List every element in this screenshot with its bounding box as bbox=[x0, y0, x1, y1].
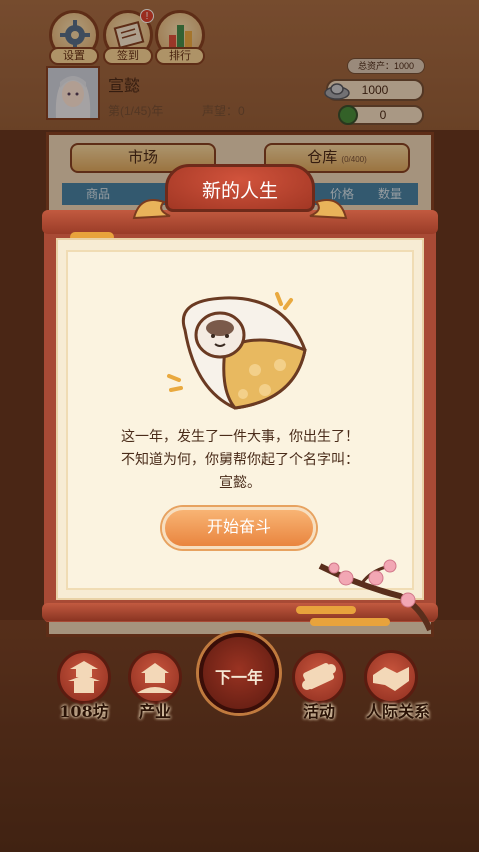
nav-relations-label: 人际关系 bbox=[365, 702, 430, 721]
start-button-label: 开始奋斗 bbox=[206, 519, 271, 536]
story-text: 这一年，发生了一件大事，你出生了！ 不知道为何，你舅帮你起了个名字叫： 宣懿。 bbox=[70, 425, 410, 494]
nav-108fang-label: 108坊 bbox=[59, 702, 109, 721]
nav-108fang-button[interactable] bbox=[57, 650, 111, 704]
plum-blossom-icon bbox=[296, 559, 433, 632]
farm-icon bbox=[137, 663, 173, 693]
story-line: 这一年，发生了一件大事，你出生了！ bbox=[121, 428, 359, 444]
swaddled-baby-icon bbox=[167, 292, 307, 410]
nav-activity-label: 活动 bbox=[302, 702, 335, 721]
nav-relations-button[interactable] bbox=[364, 650, 418, 704]
pagoda-icon bbox=[68, 661, 100, 693]
modal-title: 新的人生 bbox=[201, 180, 278, 202]
nav-industry-button[interactable] bbox=[128, 650, 182, 704]
handshake-icon bbox=[373, 667, 409, 691]
next-year-label: 下一年 bbox=[214, 668, 263, 687]
story-line: 不知道为何，你舅帮你起了个名字叫： bbox=[121, 451, 359, 467]
start-button[interactable]: 开始奋斗 bbox=[162, 507, 316, 549]
nav-industry-label: 产业 bbox=[138, 702, 171, 721]
story-line: 宣懿。 bbox=[219, 474, 261, 490]
nav-activity-button[interactable] bbox=[292, 650, 346, 704]
scroll-icon bbox=[302, 663, 336, 690]
